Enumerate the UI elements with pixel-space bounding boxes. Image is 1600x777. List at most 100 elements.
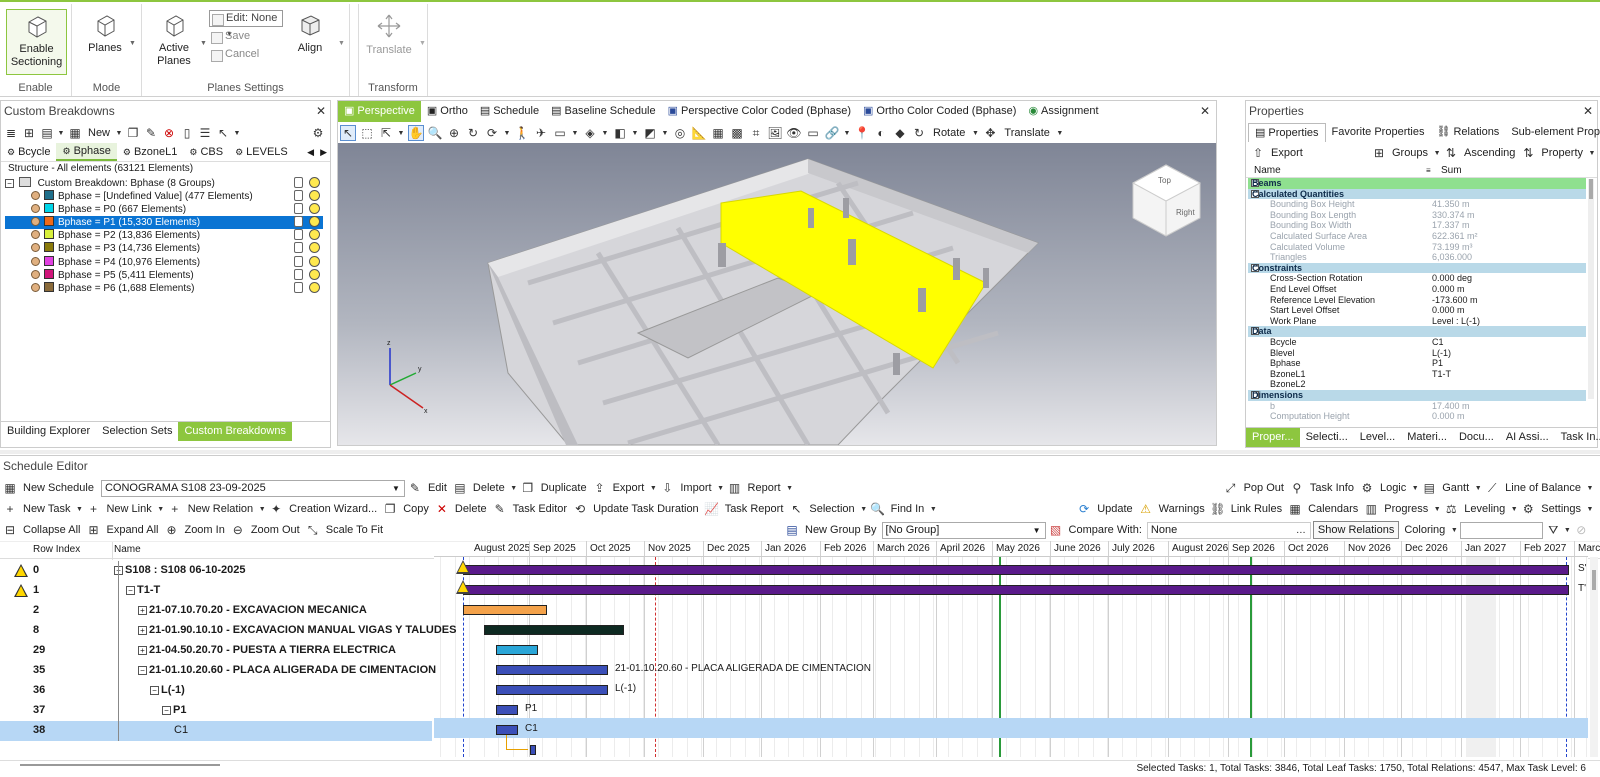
tree-item[interactable]: Bphase = P0 (667 Elements) bbox=[5, 203, 323, 216]
tab-ortho-color-coded[interactable]: ▣ Ortho Color Coded (Bphase) bbox=[857, 101, 1022, 122]
link-rules-icon[interactable]: ⛓ bbox=[1210, 501, 1226, 517]
tree-root[interactable]: − Custom Breakdown: Bphase (8 Groups) bbox=[5, 177, 323, 190]
box-select-icon[interactable]: ⬚ bbox=[359, 125, 375, 141]
pop-out-icon[interactable]: ⤢ bbox=[1223, 480, 1239, 496]
wizard-icon[interactable]: ✦ bbox=[268, 501, 284, 517]
tab-cbs[interactable]: ⚙ CBS bbox=[183, 143, 229, 161]
tree-item[interactable]: Bphase = P2 (13,836 Elements) bbox=[5, 229, 323, 242]
expand-icon[interactable]: + bbox=[138, 646, 147, 655]
property-row[interactable]: Start Level Offset 0.000 m bbox=[1248, 305, 1586, 316]
link-rules-button[interactable]: Link Rules bbox=[1228, 503, 1285, 515]
schedule-select[interactable]: CONOGRAMA S108 23-09-2025 ▼ bbox=[100, 479, 405, 497]
update-icon[interactable]: ⟳ bbox=[1076, 501, 1092, 517]
tab-ai-assistant[interactable]: AI Assi... bbox=[1500, 428, 1555, 447]
dropdown-icon[interactable]: ▼ bbox=[860, 501, 868, 517]
search-icon[interactable]: 🔍 bbox=[870, 501, 886, 517]
update-button[interactable]: Update bbox=[1094, 503, 1135, 515]
line-of-balance-icon[interactable]: ⟋ bbox=[1484, 480, 1500, 496]
creation-wizard-button[interactable]: Creation Wizard... bbox=[286, 503, 380, 515]
color-swatch[interactable] bbox=[44, 203, 54, 214]
delete-x-icon[interactable]: ✕ bbox=[434, 501, 450, 517]
rotate-icon[interactable]: ↻ bbox=[911, 125, 927, 141]
property-category[interactable]: − Beams bbox=[1248, 178, 1586, 189]
color-swatch[interactable] bbox=[44, 190, 54, 200]
tab-perspective[interactable]: ▣ Perspective bbox=[338, 101, 421, 122]
tab-favorite-properties[interactable]: Favorite Properties bbox=[1326, 123, 1431, 142]
dropdown-icon[interactable]: ▼ bbox=[1474, 480, 1482, 496]
dropdown-icon[interactable]: ▼ bbox=[717, 480, 725, 496]
rotate-button[interactable]: Rotate bbox=[930, 127, 968, 139]
tree-item[interactable]: Bphase = P6 (1,688 Elements) bbox=[5, 281, 323, 295]
collapse-all-icon[interactable]: ⊟ bbox=[2, 522, 18, 538]
color-swatch[interactable] bbox=[44, 242, 54, 253]
tabs-scroll-left-icon[interactable]: ◀ bbox=[304, 143, 317, 161]
zoom-in-icon[interactable]: ⊕ bbox=[163, 522, 179, 538]
calendar-icon[interactable]: ▦ bbox=[1287, 501, 1303, 517]
gantt-scrollbar-thumb[interactable] bbox=[1592, 570, 1596, 590]
task-row[interactable]: 8 +21-01.90.10.10 - EXCAVACION MANUAL VIG… bbox=[0, 621, 456, 641]
orbit-icon[interactable]: ↻ bbox=[465, 125, 481, 141]
lock-icon[interactable] bbox=[294, 242, 303, 254]
dropdown-icon[interactable]: ▼ bbox=[786, 480, 794, 496]
cursor-dropdown-icon[interactable]: ▼ bbox=[233, 125, 241, 141]
visibility-icon[interactable] bbox=[309, 268, 320, 280]
tab-selection-sets[interactable]: Selection Sets bbox=[96, 422, 178, 441]
screen-icon[interactable]: ▭ bbox=[552, 125, 568, 141]
property-row[interactable]: BzoneL1 T1-T bbox=[1248, 369, 1586, 380]
task-row[interactable]: 1 − T1-T bbox=[0, 581, 432, 601]
enable-sectioning-button[interactable]: Enable Sectioning bbox=[6, 9, 67, 75]
line-of-balance-button[interactable]: Line of Balance bbox=[1502, 482, 1584, 494]
tab-properties-bottom[interactable]: Proper... bbox=[1246, 428, 1300, 447]
filter-dropdown-icon[interactable]: ▼ bbox=[1563, 522, 1571, 538]
tab-selection[interactable]: Selecti... bbox=[1300, 428, 1354, 447]
visibility-icon[interactable] bbox=[309, 281, 320, 293]
pop-out-button[interactable]: Pop Out bbox=[1241, 482, 1287, 494]
visibility-icon[interactable] bbox=[309, 203, 320, 215]
new-button[interactable]: New bbox=[85, 127, 113, 139]
tab-custom-breakdowns[interactable]: Custom Breakdowns bbox=[178, 422, 292, 441]
tab-levels[interactable]: ⚙ LEVELS bbox=[229, 143, 294, 161]
property-row[interactable]: Calculated Volume 73.199 m³ bbox=[1248, 242, 1586, 253]
align-button[interactable]: Align bbox=[290, 12, 330, 72]
tree-item[interactable]: Bphase = [Undefined Value] (477 Elements… bbox=[5, 190, 323, 203]
document-icon[interactable]: ▯ bbox=[179, 125, 195, 141]
target-icon[interactable]: ◎ bbox=[672, 125, 688, 141]
task-bar-puesta-tierra[interactable] bbox=[496, 645, 538, 655]
task-info-button[interactable]: Task Info bbox=[1307, 482, 1357, 494]
export-icon[interactable]: ⇪ bbox=[592, 480, 608, 496]
lock-icon[interactable] bbox=[294, 229, 303, 241]
property-category[interactable]: − Constraints bbox=[1248, 262, 1586, 274]
copy-icon[interactable]: ❐ bbox=[125, 125, 141, 141]
report-icon[interactable]: ▥ bbox=[727, 480, 743, 496]
close-icon[interactable]: ✕ bbox=[1200, 104, 1210, 118]
tab-perspective-color-coded[interactable]: ▣ Perspective Color Coded (Bphase) bbox=[662, 101, 857, 122]
translate-icon[interactable]: ✥ bbox=[982, 125, 998, 141]
cancel-button[interactable]: Cancel bbox=[209, 47, 259, 64]
expand-all-button[interactable]: Expand All bbox=[103, 524, 161, 536]
leveling-icon[interactable]: ⚖ bbox=[1443, 501, 1459, 517]
dropdown-icon[interactable]: ▼ bbox=[1586, 501, 1594, 517]
tree-item[interactable]: Bphase = P3 (14,736 Elements) bbox=[5, 242, 323, 255]
task-row[interactable]: 0−S108 : S108 06-10-2025 bbox=[0, 561, 432, 581]
copy-icon[interactable]: ❐ bbox=[382, 501, 398, 517]
image-icon[interactable]: 🖼 bbox=[767, 125, 783, 141]
lock-icon[interactable] bbox=[294, 216, 303, 228]
task-bar-l-1[interactable] bbox=[496, 685, 608, 695]
tab-bcycle[interactable]: ⚙ Bcycle bbox=[1, 143, 56, 161]
warning-icon[interactable]: ⚠ bbox=[1138, 501, 1154, 517]
delete-task-button[interactable]: Delete bbox=[452, 503, 490, 515]
zoom-in-button[interactable]: Zoom In bbox=[181, 524, 227, 536]
section-box-icon[interactable]: ◩ bbox=[642, 125, 658, 141]
new-relation-button[interactable]: New Relation bbox=[185, 503, 256, 515]
tab-bzonel1[interactable]: ⚙ BzoneL1 bbox=[117, 143, 184, 161]
tab-baseline-schedule[interactable]: ▤ Baseline Schedule bbox=[545, 101, 662, 122]
table-icon[interactable]: ▩ bbox=[729, 125, 745, 141]
gear-icon[interactable]: ⚙ bbox=[1520, 501, 1536, 517]
property-row[interactable]: End Level Offset 0.000 m bbox=[1248, 284, 1586, 295]
planes-dropdown-icon[interactable]: ▼ bbox=[129, 40, 136, 47]
dropdown-icon[interactable]: ▼ bbox=[1510, 501, 1518, 517]
property-row[interactable]: Computation Height 0.000 m bbox=[1248, 411, 1586, 422]
warning-icon[interactable] bbox=[14, 584, 28, 597]
delete-icon[interactable]: ⊗ bbox=[161, 125, 177, 141]
gantt-button[interactable]: Gantt bbox=[1439, 482, 1472, 494]
